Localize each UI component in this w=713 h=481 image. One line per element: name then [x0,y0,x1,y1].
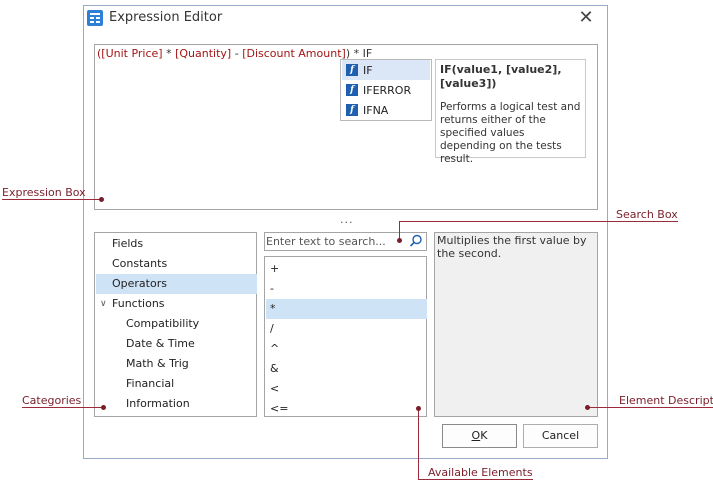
tooltip-description: Performs a logical test and returns eith… [440,101,581,165]
category-label: Compatibility [126,317,200,330]
callout-line [418,409,419,479]
expression-field-token: [Quantity] [175,47,232,60]
element-item[interactable]: - [266,279,427,299]
category-item[interactable]: Compatibility [96,314,257,334]
expression-field-token: ([Unit Price] [97,47,163,60]
category-item[interactable]: Math & Trig [96,354,257,374]
categories-list: Fields Constants Operators ∨ Functions Compat… [94,232,257,417]
ok-button[interactable]: OK [442,424,517,448]
autocomplete-item-label: IF [363,64,373,77]
ok-mnemonic: O [471,429,481,442]
category-label: Information [126,397,190,410]
callout-dot [416,406,421,411]
category-item[interactable]: Operators [96,274,257,294]
dialog-title: Expression Editor [109,10,223,25]
cancel-button[interactable]: Cancel [523,424,598,448]
close-button[interactable]: ✕ [577,8,595,28]
close-icon: ✕ [578,7,594,28]
category-item[interactable]: Constants [96,254,257,274]
expand-chevron-icon[interactable]: ∨ [100,294,107,314]
expression-operator-token: * [162,47,176,60]
element-item[interactable]: & [266,359,427,379]
expression-field-token: [Discount Amount] [242,47,346,60]
element-item[interactable]: / [266,319,427,339]
element-item[interactable]: * [266,299,427,319]
category-label: Operators [112,277,167,290]
callout-line [400,221,674,222]
expression-editor-app-icon [87,10,103,26]
tooltip-signature: IF(value1, [value2], [value3]) [440,63,562,90]
function-icon: f [346,84,358,96]
element-item[interactable]: + [266,259,427,279]
callout-dot [101,405,106,410]
category-item[interactable]: Financial [96,374,257,394]
autocomplete-item[interactable]: f IFNA [342,100,430,120]
callout-dot [397,238,402,243]
callout-available-elements: Available Elements [428,466,533,480]
autocomplete-item-label: IFERROR [363,84,412,97]
autocomplete-item[interactable]: f IF [342,60,430,80]
element-description-text: Multiplies the first value by the second… [437,234,587,260]
element-item[interactable]: <= [266,399,427,419]
category-label: Financial [126,377,175,390]
category-label: Constants [112,257,168,270]
category-item[interactable]: Date & Time [96,334,257,354]
callout-expression-box: Expression Box [2,186,86,200]
autocomplete-list: f IF f IFERROR f IFNA [340,59,432,121]
function-icon: f [346,64,358,76]
available-elements-list: + - * / ^ & < <= [264,256,427,417]
element-item[interactable]: ^ [266,339,427,359]
expression-text: ([Unit Price] * [Quantity] - [Discount A… [97,47,372,60]
element-item[interactable]: < [266,379,427,399]
callout-line [418,479,518,480]
search-icon[interactable] [409,234,423,248]
callout-line [73,407,103,408]
function-tooltip: IF(value1, [value2], [value3]) Performs … [435,59,586,165]
category-label: Math & Trig [126,357,189,370]
callout-categories: Categories [22,394,82,408]
autocomplete-item[interactable]: f IFERROR [342,80,430,100]
callout-element-description: Element Description [619,394,713,408]
callout-line [73,199,101,200]
callout-line [588,407,713,408]
category-label: Fields [112,237,144,250]
function-icon: f [346,104,358,116]
search-placeholder: Enter text to search... [266,235,386,248]
callout-dot [99,197,104,202]
callout-dot [585,405,590,410]
category-label: Functions [112,297,165,310]
callout-search-box: Search Box [616,208,678,222]
category-item[interactable]: Information [96,394,257,414]
category-item[interactable]: Fields [96,234,257,254]
category-label: Date & Time [126,337,195,350]
splitter-handle[interactable]: ... [340,213,354,226]
category-item[interactable]: ∨ Functions [96,294,257,314]
ok-label: K [480,429,488,442]
autocomplete-item-label: IFNA [363,104,389,117]
expression-operator-token: - [231,47,243,60]
